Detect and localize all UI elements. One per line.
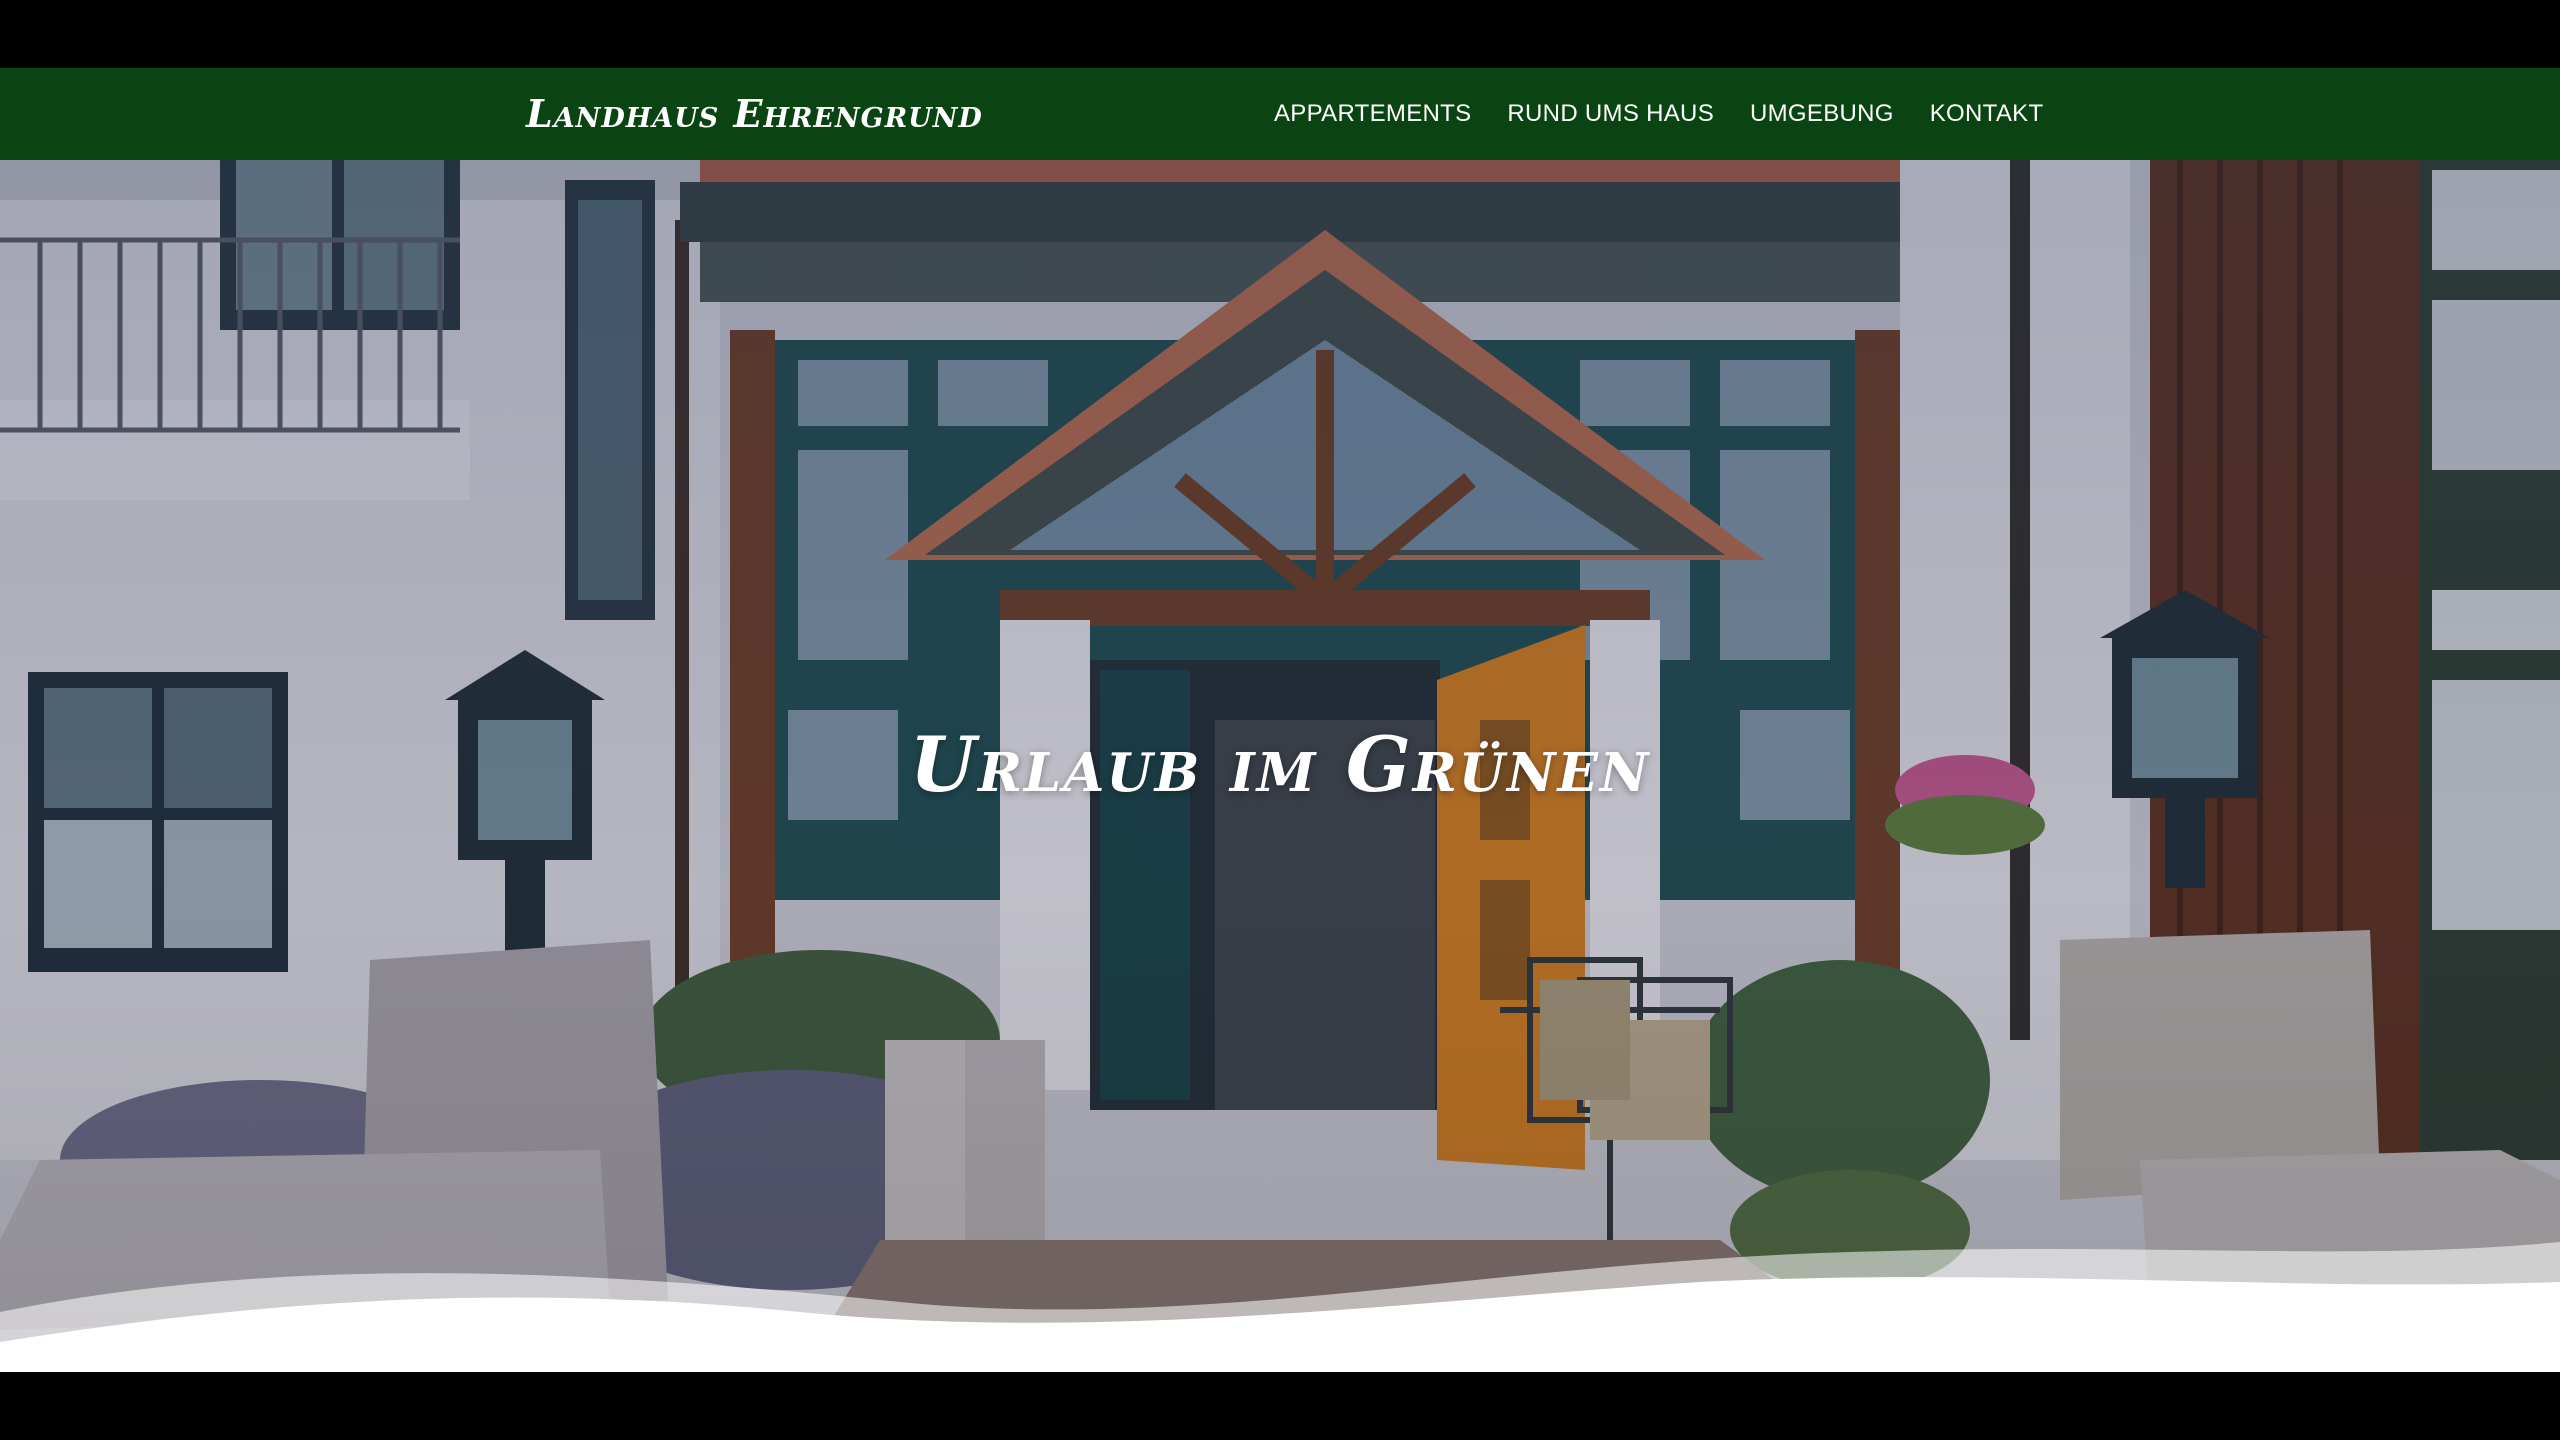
nav-item-appartements[interactable]: APPARTEMENTS [1256, 100, 1489, 128]
hero-headline: Urlaub im Grünen [909, 720, 1651, 809]
nav-item-kontakt[interactable]: KONTAKT [1912, 100, 2062, 128]
nav-item-umgebung[interactable]: UMGEBUNG [1732, 100, 1912, 128]
site-header: Landhaus Ehrengrund APPARTEMENTS RUND UM… [0, 68, 2560, 160]
main-navigation: APPARTEMENTS RUND UMS HAUS UMGEBUNG KONT… [1256, 68, 2061, 160]
hero-section: Urlaub im Grünen [0, 160, 2560, 1372]
nav-item-rund-ums-haus[interactable]: RUND UMS HAUS [1489, 100, 1732, 128]
wave-divider [0, 1242, 2560, 1372]
browser-viewport: Landhaus Ehrengrund APPARTEMENTS RUND UM… [0, 68, 2560, 1372]
site-logo[interactable]: Landhaus Ehrengrund [526, 90, 983, 138]
